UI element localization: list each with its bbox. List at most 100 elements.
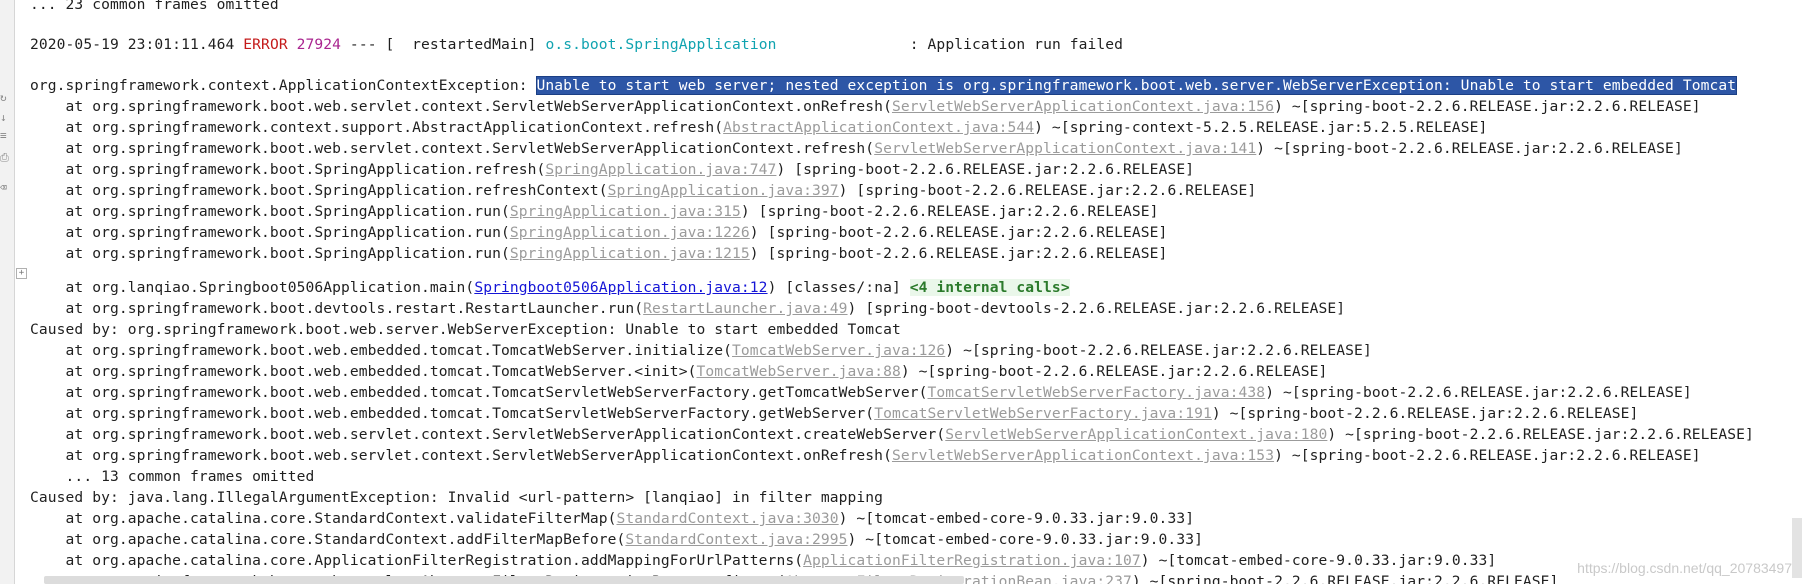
- frame-jar: ) ~[spring-boot-2.2.6.RELEASE.jar:2.2.6.…: [1131, 573, 1559, 584]
- frame-method: at org.springframework.boot.SpringApplic…: [30, 182, 608, 199]
- frame-method: at org.springframework.boot.web.embedded…: [30, 384, 928, 401]
- stack-frame: at org.springframework.boot.web.servlet.…: [30, 445, 1701, 466]
- stack-frame: at org.apache.catalina.core.StandardCont…: [30, 508, 1194, 529]
- stack-frame: at org.springframework.boot.web.servlet.…: [30, 138, 1683, 159]
- frame-jar: ) ~[spring-boot-2.2.6.RELEASE.jar:2.2.6.…: [1265, 384, 1692, 401]
- frame-method: at org.springframework.boot.SpringApplic…: [30, 161, 546, 178]
- frame-jar: ) [spring-boot-2.2.6.RELEASE.jar:2.2.6.R…: [776, 161, 1195, 178]
- fold-expand-icon[interactable]: +: [16, 268, 27, 279]
- frame-method: at org.apache.catalina.core.ApplicationF…: [30, 552, 804, 569]
- frame-method: at org.springframework.boot.web.servlet.…: [30, 426, 946, 443]
- stack-frame: at org.springframework.context.support.A…: [30, 117, 1488, 138]
- omitted-frames-line: ... 13 common frames omitted: [30, 468, 315, 485]
- frame-jar: ) ~[spring-boot-2.2.6.RELEASE.jar:2.2.6.…: [1327, 426, 1754, 443]
- frame-jar: ) ~[spring-context-5.2.5.RELEASE.jar:5.2…: [1034, 119, 1488, 136]
- restart-icon[interactable]: ↻: [0, 92, 10, 104]
- source-link[interactable]: StandardContext.java:3030: [617, 510, 839, 527]
- source-link[interactable]: AbstractApplicationContext.java:544: [723, 119, 1034, 136]
- exception-line: org.springframework.context.ApplicationC…: [30, 75, 1738, 96]
- frame-method: at org.springframework.context.support.A…: [30, 119, 724, 136]
- console-gutter: ↻ ↓ ≡ ⎙ ⌫: [0, 0, 15, 584]
- frame-jar: ) [spring-boot-devtools-2.2.6.RELEASE.ja…: [847, 300, 1346, 317]
- stack-frame: at org.apache.catalina.core.ApplicationF…: [30, 550, 1497, 571]
- frame-method: at org.springframework.boot.devtools.res…: [30, 300, 644, 317]
- source-link[interactable]: ApplicationFilterRegistration.java:107: [803, 552, 1141, 569]
- print-icon[interactable]: ⎙: [0, 152, 10, 164]
- source-link[interactable]: RestartLauncher.java:49: [643, 300, 847, 317]
- frame-method: at org.springframework.boot.SpringApplic…: [30, 224, 510, 241]
- horizontal-scrollbar[interactable]: [44, 576, 964, 584]
- scroll-down-icon[interactable]: ↓: [0, 112, 10, 124]
- source-link[interactable]: SpringApplication.java:1226: [510, 224, 750, 241]
- stack-frame: at org.springframework.boot.web.embedded…: [30, 382, 1692, 403]
- frame-method: at org.springframework.boot.web.embedded…: [30, 342, 733, 359]
- frame-method: at org.springframework.boot.SpringApplic…: [30, 245, 510, 262]
- frame-jar: ) ~[spring-boot-2.2.6.RELEASE.jar:2.2.6.…: [1256, 140, 1683, 157]
- log-logger: o.s.boot.SpringApplication: [545, 36, 777, 53]
- frame-jar: ) ~[tomcat-embed-core-9.0.33.jar:9.0.33]: [1140, 552, 1497, 569]
- source-link[interactable]: ServletWebServerApplicationContext.java:…: [892, 98, 1274, 115]
- source-link[interactable]: Springboot0506Application.java:12: [474, 279, 767, 296]
- caused-by-line: Caused by: org.springframework.boot.web.…: [30, 321, 901, 338]
- frame-jar: ) ~[spring-boot-2.2.6.RELEASE.jar:2.2.6.…: [1274, 98, 1701, 115]
- console-output[interactable]: ... 23 common frames omitted 2020-05-19 …: [14, 0, 1802, 584]
- stack-frame: at org.springframework.boot.web.embedded…: [30, 361, 1328, 382]
- frame-method: at org.apache.catalina.core.StandardCont…: [30, 510, 617, 527]
- frame-method: at org.springframework.boot.web.servlet.…: [30, 140, 875, 157]
- source-link[interactable]: SpringApplication.java:397: [608, 182, 839, 199]
- stack-frame: at org.springframework.boot.SpringApplic…: [30, 222, 1168, 243]
- omitted-frames-line: ... 23 common frames omitted: [30, 0, 279, 13]
- stack-frame: at org.springframework.boot.SpringApplic…: [30, 243, 1168, 264]
- frame-jar: ) [spring-boot-2.2.6.RELEASE.jar:2.2.6.R…: [749, 224, 1168, 241]
- source-link[interactable]: TomcatServletWebServerFactory.java:191: [874, 405, 1212, 422]
- source-link[interactable]: StandardContext.java:2995: [625, 531, 847, 548]
- log-timestamp: 2020-05-19 23:01:11.464: [30, 36, 235, 53]
- soft-wrap-icon[interactable]: ≡: [0, 130, 10, 142]
- frame-method: at org.lanqiao.Springboot0506Application…: [30, 279, 475, 296]
- log-error-header: 2020-05-19 23:01:11.464 ERROR 27924 --- …: [30, 34, 1123, 55]
- log-thread: --- [ restartedMain]: [341, 36, 546, 53]
- stack-frame: at org.apache.catalina.core.StandardCont…: [30, 529, 1203, 550]
- vertical-scrollbar[interactable]: [1792, 518, 1802, 578]
- exception-class: org.springframework.context.ApplicationC…: [30, 77, 537, 94]
- frame-jar: ) ~[spring-boot-2.2.6.RELEASE.jar:2.2.6.…: [945, 342, 1372, 359]
- log-message: : Application run failed: [776, 36, 1124, 53]
- source-link[interactable]: ServletWebServerApplicationContext.java:…: [892, 447, 1274, 464]
- frame-method: at org.springframework.boot.web.embedded…: [30, 363, 697, 380]
- frame-method: at org.springframework.boot.web.servlet.…: [30, 98, 892, 115]
- source-link[interactable]: TomcatWebServer.java:88: [696, 363, 900, 380]
- source-link[interactable]: SpringApplication.java:747: [545, 161, 776, 178]
- stack-frame: at org.springframework.boot.web.embedded…: [30, 403, 1639, 424]
- frame-jar: ) ~[tomcat-embed-core-9.0.33.jar:9.0.33]: [838, 510, 1195, 527]
- frame-jar: ) ~[tomcat-embed-core-9.0.33.jar:9.0.33]: [847, 531, 1203, 548]
- stack-frame: at org.springframework.boot.SpringApplic…: [30, 180, 1257, 201]
- stack-frame-main: at org.lanqiao.Springboot0506Application…: [30, 277, 1070, 298]
- stack-frame: at org.springframework.boot.web.servlet.…: [30, 96, 1701, 117]
- stack-frame-restart: at org.springframework.boot.devtools.res…: [30, 298, 1346, 319]
- log-level: ERROR: [243, 36, 288, 53]
- internal-calls-toggle[interactable]: <4 internal calls>: [909, 279, 1070, 296]
- source-link[interactable]: SpringApplication.java:1215: [510, 245, 750, 262]
- frame-method: at org.springframework.boot.SpringApplic…: [30, 203, 510, 220]
- source-link[interactable]: TomcatServletWebServerFactory.java:438: [928, 384, 1266, 401]
- source-link[interactable]: ServletWebServerApplicationContext.java:…: [945, 426, 1327, 443]
- log-pid: 27924: [296, 36, 342, 53]
- frame-method: at org.apache.catalina.core.StandardCont…: [30, 531, 626, 548]
- stack-frame: at org.springframework.boot.web.servlet.…: [30, 424, 1754, 445]
- caused-by-line: Caused by: java.lang.IllegalArgumentExce…: [30, 489, 884, 506]
- clear-icon[interactable]: ⌫: [0, 182, 10, 194]
- frame-jar: ) [spring-boot-2.2.6.RELEASE.jar:2.2.6.R…: [838, 182, 1257, 199]
- watermark: https://blog.csdn.net/qq_20783497: [1577, 560, 1792, 576]
- frame-method: at org.springframework.boot.web.servlet.…: [30, 447, 892, 464]
- source-link[interactable]: SpringApplication.java:315: [510, 203, 741, 220]
- frame-jar: ) ~[spring-boot-2.2.6.RELEASE.jar:2.2.6.…: [1211, 405, 1639, 422]
- frame-jar: ) ~[spring-boot-2.2.6.RELEASE.jar:2.2.6.…: [900, 363, 1328, 380]
- frame-jar: ) [spring-boot-2.2.6.RELEASE.jar:2.2.6.R…: [749, 245, 1168, 262]
- frame-jar: ) [spring-boot-2.2.6.RELEASE.jar:2.2.6.R…: [740, 203, 1159, 220]
- stack-frame: at org.springframework.boot.SpringApplic…: [30, 201, 1159, 222]
- source-link[interactable]: TomcatWebServer.java:126: [732, 342, 945, 359]
- frame-jar: ) ~[spring-boot-2.2.6.RELEASE.jar:2.2.6.…: [1274, 447, 1701, 464]
- source-link[interactable]: ServletWebServerApplicationContext.java:…: [874, 140, 1256, 157]
- frame-method: at org.springframework.boot.web.embedded…: [30, 405, 875, 422]
- selected-exception-message[interactable]: Unable to start web server; nested excep…: [535, 76, 1738, 95]
